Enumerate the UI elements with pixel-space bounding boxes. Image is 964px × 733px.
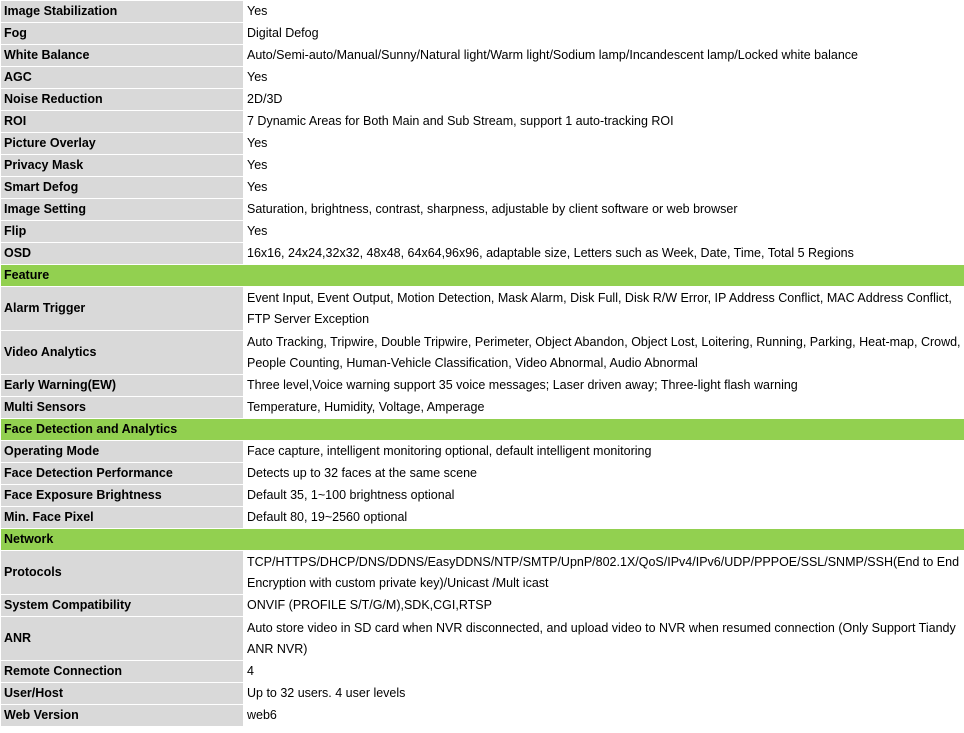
spec-row: User/Host Up to 32 users. 4 user levels bbox=[0, 682, 964, 705]
spec-key: Web Version bbox=[0, 704, 244, 727]
spec-value: Yes bbox=[243, 66, 964, 89]
spec-key: Remote Connection bbox=[0, 660, 244, 683]
spec-row: AGC Yes bbox=[0, 66, 964, 89]
spec-row: Smart Defog Yes bbox=[0, 176, 964, 199]
spec-key: Protocols bbox=[0, 550, 244, 595]
spec-row: Face Detection Performance Detects up to … bbox=[0, 462, 964, 485]
spec-row: Web Version web6 bbox=[0, 704, 964, 727]
section-header-row: Face Detection and Analytics bbox=[0, 418, 964, 441]
spec-key: Noise Reduction bbox=[0, 88, 244, 111]
spec-value: Three level,Voice warning support 35 voi… bbox=[243, 374, 964, 397]
section-header: Feature bbox=[0, 264, 964, 287]
spec-value: 16x16, 24x24,32x32, 48x48, 64x64,96x96, … bbox=[243, 242, 964, 265]
spec-row: Noise Reduction 2D/3D bbox=[0, 88, 964, 111]
spec-row: Early Warning(EW) Three level,Voice warni… bbox=[0, 374, 964, 397]
spec-key: Image Stabilization bbox=[0, 0, 244, 23]
spec-key: White Balance bbox=[0, 44, 244, 67]
spec-value: 2D/3D bbox=[243, 88, 964, 111]
spec-key: Face Detection Performance bbox=[0, 462, 244, 485]
spec-value: Face capture, intelligent monitoring opt… bbox=[243, 440, 964, 463]
spec-key: ANR bbox=[0, 616, 244, 661]
spec-value: TCP/HTTPS/DHCP/DNS/DDNS/EasyDDNS/NTP/SMT… bbox=[243, 550, 964, 595]
spec-key: ROI bbox=[0, 110, 244, 133]
spec-value: web6 bbox=[243, 704, 964, 727]
spec-row: Multi Sensors Temperature, Humidity, Volt… bbox=[0, 396, 964, 419]
spec-row: Privacy Mask Yes bbox=[0, 154, 964, 177]
spec-key: Alarm Trigger bbox=[0, 286, 244, 331]
section-header: Face Detection and Analytics bbox=[0, 418, 964, 441]
spec-row: OSD 16x16, 24x24,32x32, 48x48, 64x64,96x9… bbox=[0, 242, 964, 265]
spec-key: OSD bbox=[0, 242, 244, 265]
spec-value: Yes bbox=[243, 132, 964, 155]
spec-value: Yes bbox=[243, 154, 964, 177]
spec-row: Fog Digital Defog bbox=[0, 22, 964, 45]
spec-row: ANR Auto store video in SD card when NVR … bbox=[0, 616, 964, 661]
spec-value: Digital Defog bbox=[243, 22, 964, 45]
spec-row: System Compatibility ONVIF (PROFILE S/T/G… bbox=[0, 594, 964, 617]
spec-value: ONVIF (PROFILE S/T/G/M),SDK,CGI,RTSP bbox=[243, 594, 964, 617]
spec-value: Temperature, Humidity, Voltage, Amperage bbox=[243, 396, 964, 419]
spec-value: Event Input, Event Output, Motion Detect… bbox=[243, 286, 964, 331]
spec-value: Auto store video in SD card when NVR dis… bbox=[243, 616, 964, 661]
spec-value: Default 35, 1~100 brightness optional bbox=[243, 484, 964, 507]
spec-value: 7 Dynamic Areas for Both Main and Sub St… bbox=[243, 110, 964, 133]
spec-value: Auto Tracking, Tripwire, Double Tripwire… bbox=[243, 330, 964, 375]
spec-row: Alarm Trigger Event Input, Event Output, … bbox=[0, 286, 964, 331]
spec-key: User/Host bbox=[0, 682, 244, 705]
spec-table-body: Image Stabilization Yes Fog Digital Defog Wh… bbox=[0, 0, 964, 727]
spec-key: AGC bbox=[0, 66, 244, 89]
spec-key: Fog bbox=[0, 22, 244, 45]
spec-value: Auto/Semi-auto/Manual/Sunny/Natural ligh… bbox=[243, 44, 964, 67]
section-header-row: Network bbox=[0, 528, 964, 551]
spec-row: Face Exposure Brightness Default 35, 1~10… bbox=[0, 484, 964, 507]
spec-key: Video Analytics bbox=[0, 330, 244, 375]
spec-row: Picture Overlay Yes bbox=[0, 132, 964, 155]
spec-row: ROI 7 Dynamic Areas for Both Main and Sub… bbox=[0, 110, 964, 133]
spec-key: Privacy Mask bbox=[0, 154, 244, 177]
spec-row: Operating Mode Face capture, intelligent … bbox=[0, 440, 964, 463]
spec-row: Image Stabilization Yes bbox=[0, 0, 964, 23]
spec-key: System Compatibility bbox=[0, 594, 244, 617]
spec-row: Remote Connection 4 bbox=[0, 660, 964, 683]
spec-key: Early Warning(EW) bbox=[0, 374, 244, 397]
spec-key: Image Setting bbox=[0, 198, 244, 221]
spec-value: 4 bbox=[243, 660, 964, 683]
spec-value: Saturation, brightness, contrast, sharpn… bbox=[243, 198, 964, 221]
spec-value: Yes bbox=[243, 176, 964, 199]
spec-row: White Balance Auto/Semi-auto/Manual/Sunny… bbox=[0, 44, 964, 67]
spec-row: Flip Yes bbox=[0, 220, 964, 243]
spec-value: Up to 32 users. 4 user levels bbox=[243, 682, 964, 705]
spec-table: Image Stabilization Yes Fog Digital Defog Wh… bbox=[0, 0, 964, 727]
section-header-row: Feature bbox=[0, 264, 964, 287]
spec-row: Protocols TCP/HTTPS/DHCP/DNS/DDNS/EasyDDN… bbox=[0, 550, 964, 595]
section-header: Network bbox=[0, 528, 964, 551]
spec-value: Default 80, 19~2560 optional bbox=[243, 506, 964, 529]
spec-key: Operating Mode bbox=[0, 440, 244, 463]
spec-row: Image Setting Saturation, brightness, con… bbox=[0, 198, 964, 221]
spec-row: Min. Face Pixel Default 80, 19~2560 optio… bbox=[0, 506, 964, 529]
spec-value: Detects up to 32 faces at the same scene bbox=[243, 462, 964, 485]
spec-key: Min. Face Pixel bbox=[0, 506, 244, 529]
spec-value: Yes bbox=[243, 220, 964, 243]
spec-row: Video Analytics Auto Tracking, Tripwire, … bbox=[0, 330, 964, 375]
spec-value: Yes bbox=[243, 0, 964, 23]
spec-key: Smart Defog bbox=[0, 176, 244, 199]
spec-key: Multi Sensors bbox=[0, 396, 244, 419]
spec-key: Face Exposure Brightness bbox=[0, 484, 244, 507]
spec-key: Picture Overlay bbox=[0, 132, 244, 155]
spec-key: Flip bbox=[0, 220, 244, 243]
